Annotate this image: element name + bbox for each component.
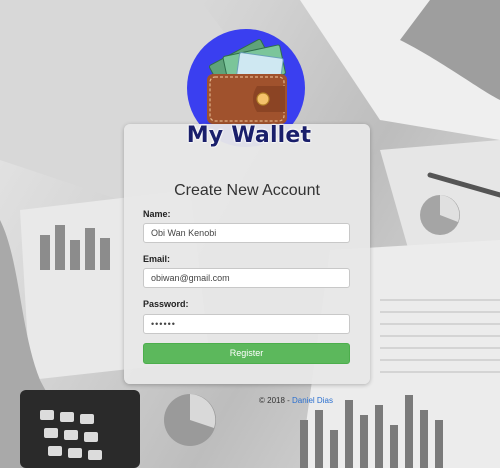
- logo-text: My Wallet: [186, 123, 312, 148]
- page-title: Create New Account: [174, 182, 320, 199]
- email-label: Email:: [143, 254, 171, 264]
- email-input[interactable]: obiwan@gmail.com: [143, 268, 350, 288]
- register-card: Create New Account Name: Obi Wan Kenobi …: [124, 124, 370, 384]
- footer: © 2018 - Daniel Dias: [259, 396, 333, 405]
- name-label: Name:: [143, 209, 171, 219]
- password-label: Password:: [143, 299, 189, 309]
- copyright-text: © 2018 -: [259, 396, 293, 405]
- author-link[interactable]: Daniel Dias: [292, 396, 333, 405]
- name-input[interactable]: Obi Wan Kenobi: [143, 223, 350, 243]
- password-input[interactable]: ••••••: [143, 314, 350, 334]
- register-button[interactable]: Register: [143, 343, 350, 364]
